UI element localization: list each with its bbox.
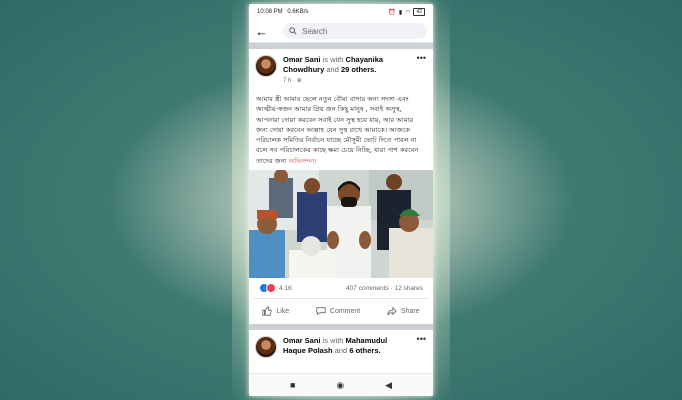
comment-label: Comment — [329, 307, 361, 315]
avatar[interactable] — [255, 55, 277, 77]
tagged-others[interactable]: 6 others. — [349, 346, 380, 355]
search-input[interactable]: Search — [283, 23, 427, 39]
post-body-text: আমার স্ত্রী আমার ছেলে নতুন বৌমা বাসার অন… — [256, 95, 419, 165]
like-button[interactable]: Like — [262, 306, 289, 316]
thumbs-up-icon — [262, 306, 273, 316]
reaction-count: 4.1K — [279, 284, 293, 292]
home-icon[interactable]: ◉ — [336, 380, 344, 391]
post-card: Omar Sani is with Chayanika Chowdhury an… — [249, 49, 433, 324]
tagged-others[interactable]: 29 others. — [341, 65, 376, 74]
android-nav-bar: ■ ◉ ◀ — [249, 373, 433, 396]
post-body-link[interactable]: অভিনন্দন। — [289, 157, 317, 165]
and-text: and — [326, 65, 339, 74]
with-text: is with — [322, 55, 344, 64]
more-options-icon[interactable]: ••• — [417, 334, 426, 344]
author-name[interactable]: Omar Sani — [283, 336, 321, 345]
status-bar: 10:08 PM 0.6KB/s ⏰ ▮ ◠ 42 — [249, 4, 433, 20]
post-photo[interactable] — [249, 170, 433, 279]
post-card: Omar Sani is with Mahamudul Haque Polash… — [249, 330, 433, 359]
comment-button[interactable]: Comment — [316, 306, 360, 316]
share-button[interactable]: Share — [387, 306, 420, 316]
alarm-icon: ⏰ — [388, 9, 396, 16]
reactions-bar: 4.1K 407 comments · 12 shares — [253, 278, 429, 300]
recent-apps-icon[interactable]: ■ — [290, 380, 295, 390]
and-text: and — [334, 346, 348, 356]
globe-icon: ⊕ — [296, 78, 302, 84]
phone-screen: 10:08 PM 0.6KB/s ⏰ ▮ ◠ 42 ← Search Omar … — [249, 4, 433, 396]
status-time: 10:08 PM — [257, 9, 283, 15]
love-reaction-icon — [266, 283, 276, 294]
more-options-icon[interactable]: ••• — [417, 53, 426, 63]
battery-icon: 42 — [413, 8, 425, 16]
back-nav-icon[interactable]: ◀ — [385, 380, 392, 391]
with-text: is with — [322, 336, 344, 346]
share-icon — [387, 306, 397, 316]
search-placeholder: Search — [302, 26, 328, 36]
signal-icon: ▮ — [398, 9, 403, 16]
post-author-line: Omar Sani is with Chayanika Chowdhury an… — [283, 55, 403, 86]
back-arrow-icon[interactable]: ← — [255, 25, 273, 38]
like-label: Like — [276, 307, 290, 315]
comments-shares-count[interactable]: 407 comments · 12 shares — [346, 285, 423, 292]
post-header: Omar Sani is with Chayanika Chowdhury an… — [249, 49, 433, 86]
status-speed: 0.6KB/s — [287, 9, 309, 15]
share-label: Share — [400, 307, 420, 315]
post-author-line: Omar Sani is with Mahamudul Haque Polash… — [283, 336, 403, 358]
reaction-summary[interactable]: 4.1K — [259, 283, 293, 294]
search-icon — [289, 27, 297, 35]
comment-icon — [316, 307, 326, 316]
top-bar: ← Search — [249, 20, 433, 43]
post-body: আমার স্ত্রী আমার ছেলে নতুন বৌমা বাসার অন… — [249, 86, 433, 170]
avatar[interactable] — [255, 336, 277, 359]
photo-illustration — [249, 170, 433, 279]
author-name[interactable]: Omar Sani — [283, 55, 321, 64]
wifi-icon: ◠ — [405, 9, 411, 16]
post-time: 7 h · ⊕ — [283, 76, 403, 86]
post-actions: Like Comment Share — [249, 299, 433, 324]
post-time-text: 7 h · — [283, 78, 296, 84]
post-header: Omar Sani is with Mahamudul Haque Polash… — [249, 330, 433, 359]
